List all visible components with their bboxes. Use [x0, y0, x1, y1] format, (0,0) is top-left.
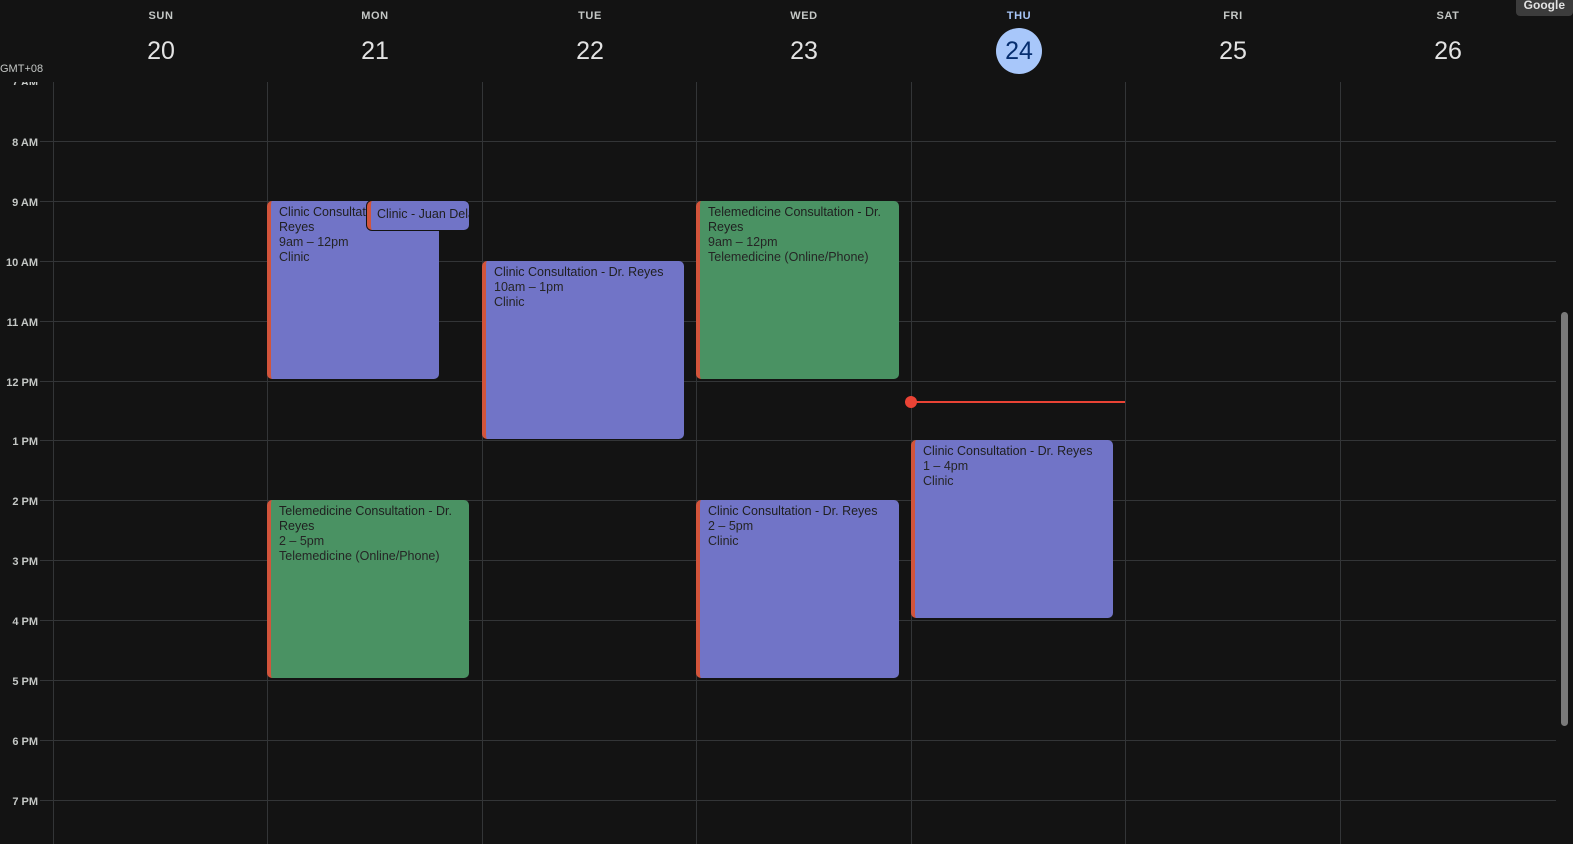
day-divider: [53, 62, 54, 844]
hour-label-9am: 9 AM: [12, 197, 38, 209]
event-title: Clinic Consultation - Dr. Reyes: [708, 504, 878, 518]
event-location: Clinic: [923, 474, 954, 488]
day-divider: [267, 62, 268, 844]
hour-label-11am: 11 AM: [6, 317, 38, 329]
hour-label-5pm: 5 PM: [12, 676, 38, 688]
hour-line: [40, 680, 1556, 681]
day-divider: [696, 62, 697, 844]
event-clinic-consultation[interactable]: Clinic Consultation - Dr. Reyes 10am – 1…: [482, 261, 684, 439]
day-number[interactable]: 20: [138, 28, 184, 74]
event-title: Clinic Consultation - Dr. Reyes: [923, 444, 1093, 458]
day-header-wed[interactable]: WED 23: [697, 0, 911, 82]
day-divider: [482, 62, 483, 844]
event-title: Telemedicine Consultation - Dr. Reyes: [279, 504, 452, 533]
day-number[interactable]: 26: [1425, 28, 1471, 74]
hour-label-6pm: 6 PM: [12, 736, 38, 748]
hour-line: [40, 440, 1556, 441]
hour-label-10am: 10 AM: [6, 257, 38, 269]
day-header-mon[interactable]: MON 21: [268, 0, 482, 82]
event-time: 9am – 12pm: [708, 235, 778, 249]
day-number-today[interactable]: 24: [996, 28, 1042, 74]
event-time: 2 – 5pm: [708, 519, 754, 533]
current-time-line: [911, 401, 1125, 403]
event-time: 10am – 1pm: [494, 280, 564, 294]
hour-label-8am: 8 AM: [12, 137, 38, 149]
event-title: Telemedicine Consultation - Dr. Reyes: [708, 205, 881, 234]
event-telemedicine-consultation[interactable]: Telemedicine Consultation - Dr. Reyes 9a…: [696, 201, 899, 379]
hour-label-1pm: 1 PM: [12, 436, 38, 448]
event-time: 2 – 5pm: [279, 534, 325, 548]
hour-label-12pm: 12 PM: [6, 377, 38, 389]
event-clinic-juan[interactable]: Clinic - Juan Dela Cruz: [367, 201, 469, 230]
day-name: MON: [361, 10, 389, 22]
week-header: GMT+08 Google SUN 20 MON 21 TUE 22 WED 2…: [0, 0, 1573, 82]
google-badge[interactable]: Google: [1515, 0, 1573, 16]
day-divider: [1125, 62, 1126, 844]
day-header-sun[interactable]: SUN 20: [54, 0, 268, 82]
day-name: TUE: [578, 10, 602, 22]
day-name: THU: [1006, 10, 1032, 22]
event-location: Telemedicine (Online/Phone): [279, 549, 440, 563]
event-clinic-consultation[interactable]: Clinic Consultation - Dr. Reyes 1 – 4pm …: [911, 440, 1113, 618]
hour-label-2pm: 2 PM: [12, 496, 38, 508]
event-title: Clinic Consultation - Dr. Reyes: [494, 265, 664, 279]
day-name: FRI: [1223, 10, 1243, 22]
day-number[interactable]: 25: [1210, 28, 1256, 74]
event-telemedicine-consultation[interactable]: Telemedicine Consultation - Dr. Reyes 2 …: [267, 500, 469, 678]
day-name: WED: [790, 10, 818, 22]
day-name: SUN: [148, 10, 174, 22]
day-number[interactable]: 21: [352, 28, 398, 74]
event-location: Telemedicine (Online/Phone): [708, 250, 869, 264]
hour-line: [40, 381, 1556, 382]
timezone-label: GMT+08: [0, 63, 44, 75]
day-number[interactable]: 22: [567, 28, 613, 74]
event-clinic-consultation[interactable]: Clinic Consultation - Dr. Reyes 2 – 5pm …: [696, 500, 899, 678]
hour-line: [40, 740, 1556, 741]
hour-line: [40, 800, 1556, 801]
event-location: Clinic: [708, 534, 739, 548]
hour-label-4pm: 4 PM: [12, 616, 38, 628]
event-location: Clinic: [494, 295, 525, 309]
hour-line: [40, 141, 1556, 142]
day-header-tue[interactable]: TUE 22: [483, 0, 697, 82]
day-number[interactable]: 23: [781, 28, 827, 74]
vertical-scrollbar[interactable]: [1561, 312, 1568, 726]
event-time: 1 – 4pm: [923, 459, 969, 473]
day-header-thu[interactable]: THU 24: [912, 0, 1126, 82]
event-title: Clinic - Juan Dela Cruz: [377, 207, 469, 221]
time-grid[interactable]: 7 AM 8 AM 9 AM 10 AM 11 AM 12 PM 1 PM 2 …: [0, 60, 1573, 844]
event-time: 9am – 12pm: [279, 235, 349, 249]
day-divider: [1340, 62, 1341, 844]
day-header-fri[interactable]: FRI 25: [1126, 0, 1340, 82]
hour-label-3pm: 3 PM: [12, 556, 38, 568]
hour-label-7pm: 7 PM: [12, 796, 38, 808]
event-location: Clinic: [279, 250, 310, 264]
